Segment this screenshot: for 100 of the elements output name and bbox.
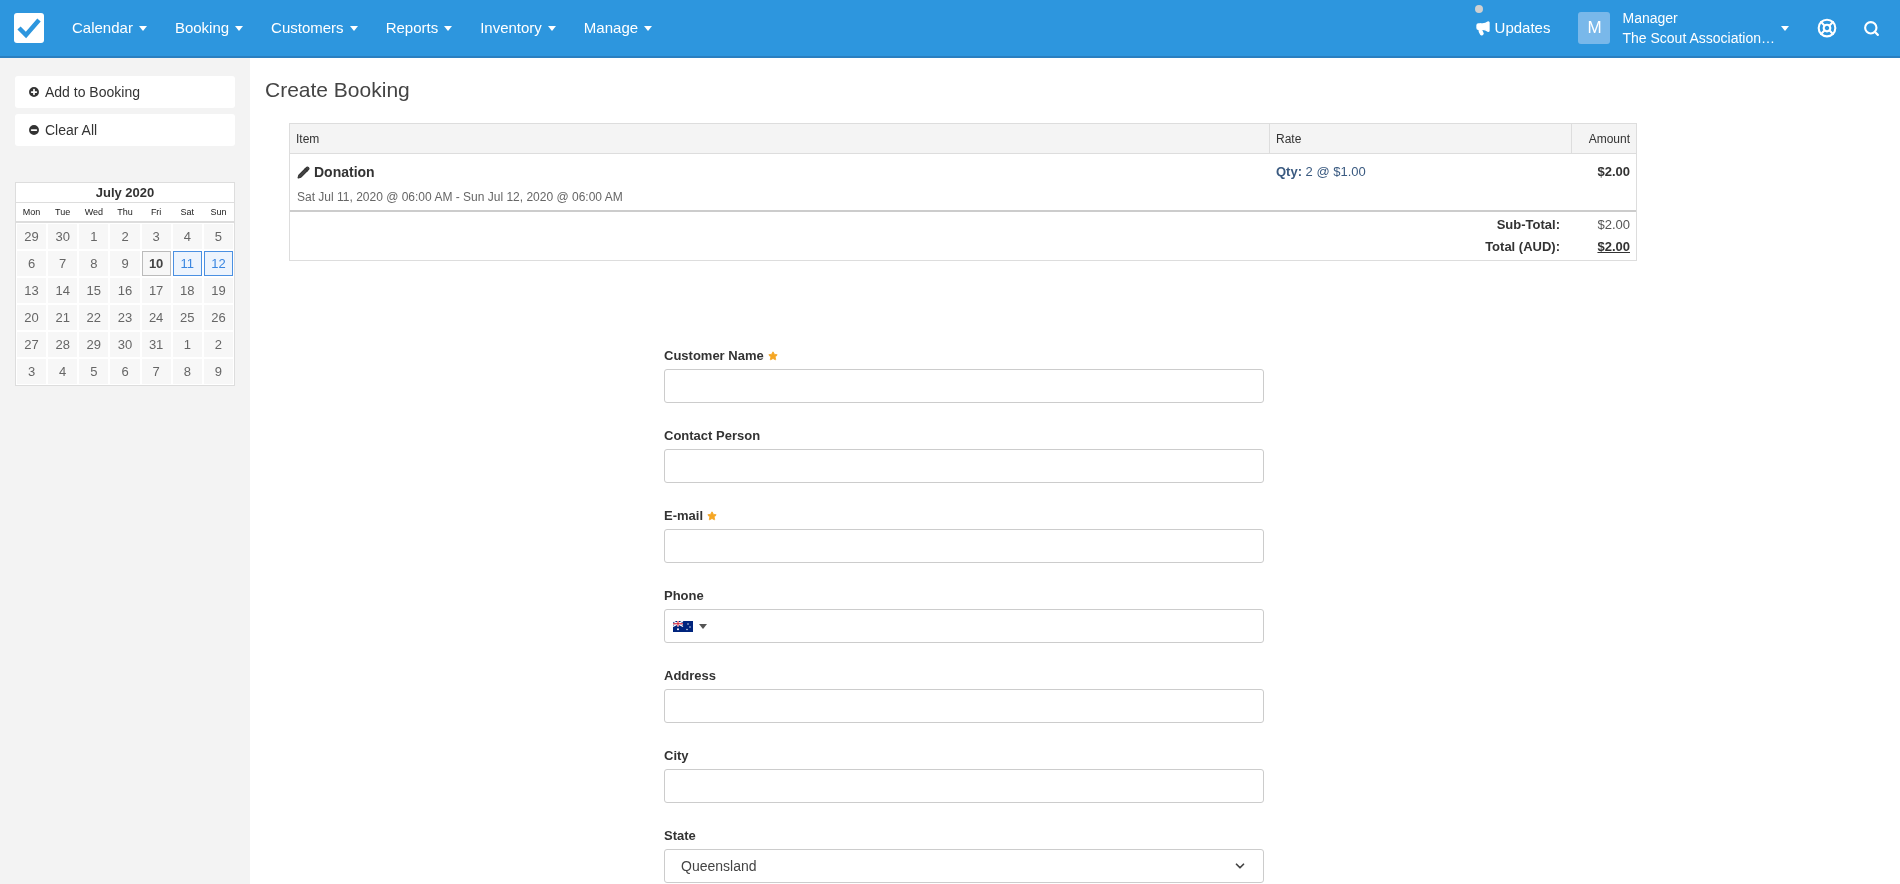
calendar-day[interactable]: 9 <box>203 359 233 384</box>
updates-button[interactable]: Updates <box>1474 16 1551 40</box>
checkbox-logo-icon[interactable] <box>14 13 44 43</box>
calendar-day[interactable]: 18 <box>172 278 202 303</box>
calendar-day[interactable]: 21 <box>48 305 78 330</box>
calendar-day[interactable]: 14 <box>48 278 78 303</box>
calendar-day[interactable]: 24 <box>141 305 171 330</box>
flag-icon <box>673 620 693 632</box>
calendar-day[interactable]: 30 <box>48 224 78 249</box>
caret-icon <box>1781 25 1789 31</box>
nav-menu[interactable]: Reports <box>385 16 453 40</box>
caret-icon <box>644 25 653 31</box>
calendar-day[interactable]: 15 <box>79 278 109 303</box>
calendar-day[interactable]: 29 <box>79 332 109 357</box>
amount-text: $2.00 <box>1596 163 1631 181</box>
calendar-day[interactable]: 8 <box>172 359 202 384</box>
nav-menu[interactable]: Calendar <box>72 16 147 40</box>
organisation-name: The Scout Association… <box>1622 29 1775 48</box>
rate-text: Qty: 2 @ $1.00 <box>1275 163 1367 181</box>
column-header: Rate <box>1270 124 1572 153</box>
calendar-day[interactable]: 5 <box>203 224 233 249</box>
weekday-label: Mon <box>21 206 42 219</box>
calendar-day[interactable]: 29 <box>17 224 47 249</box>
calendar-day[interactable]: 7 <box>141 359 171 384</box>
calendar-day[interactable]: 6 <box>17 251 47 276</box>
calendar-day[interactable]: 9 <box>110 251 140 276</box>
weekday-label: Wed <box>83 206 104 219</box>
avatar: M <box>1578 12 1611 44</box>
plus-circle-icon <box>27 85 41 99</box>
calendar-day[interactable]: 30 <box>110 332 140 357</box>
field-label: City <box>664 747 689 766</box>
total-value: $2.00 <box>1596 238 1631 257</box>
field-label: State <box>664 827 696 846</box>
nav-menu[interactable]: Customers <box>271 16 358 40</box>
calendar-day[interactable]: 27 <box>17 332 47 357</box>
text-input[interactable] <box>664 689 1264 723</box>
weekday-label: Fri <box>149 206 163 219</box>
nav-menu[interactable]: Booking <box>174 16 244 40</box>
calendar-day[interactable]: 1 <box>79 224 109 249</box>
calendar-title: July 2020 <box>16 183 234 203</box>
weekday-label: Sun <box>209 206 228 219</box>
calendar-day[interactable]: 20 <box>17 305 47 330</box>
field-label: Customer Name <box>664 347 764 366</box>
calendar-day[interactable]: 4 <box>172 224 202 249</box>
caret-icon <box>349 25 358 31</box>
calendar-day[interactable]: 31 <box>141 332 171 357</box>
column-header: Item <box>290 124 1270 153</box>
total-value: $2.00 <box>1596 216 1631 235</box>
field-label: Contact Person <box>664 427 761 446</box>
item-dates: Sat Jul 11, 2020 @ 06:00 AM - Sun Jul 12, 2020 @ 06:00 AM <box>297 189 624 206</box>
caret-icon <box>547 25 556 31</box>
weekday-label: Thu <box>116 206 134 219</box>
caret-icon <box>235 25 244 31</box>
state-select[interactable]: Queensland <box>664 849 1264 883</box>
total-label: Total (AUD): <box>1484 238 1561 257</box>
help-icon[interactable] <box>1817 18 1837 38</box>
text-input[interactable] <box>664 449 1264 483</box>
caret-icon <box>138 25 147 31</box>
caret-icon <box>444 25 453 31</box>
calendar-day[interactable]: 10 <box>141 251 171 276</box>
calendar-day[interactable]: 3 <box>17 359 47 384</box>
add-button[interactable]: Add to Booking <box>15 76 235 108</box>
calendar-day[interactable]: 22 <box>79 305 109 330</box>
calendar-day[interactable]: 13 <box>17 278 47 303</box>
field-label: E-mail <box>664 507 703 526</box>
calendar-day[interactable]: 11 <box>172 251 202 276</box>
calendar-day[interactable]: 19 <box>203 278 233 303</box>
pencil-icon[interactable] <box>297 166 310 179</box>
phone-input[interactable] <box>664 609 1264 643</box>
nav-menu[interactable]: Inventory <box>480 16 556 40</box>
page-title: Create Booking <box>265 77 411 103</box>
minus-circle-icon <box>27 123 41 137</box>
user-role: Manager <box>1622 9 1679 28</box>
megaphone-icon <box>1474 20 1491 36</box>
calendar-day[interactable]: 23 <box>110 305 140 330</box>
calendar-day[interactable]: 28 <box>48 332 78 357</box>
search-icon[interactable] <box>1863 19 1880 37</box>
calendar-day[interactable]: 17 <box>141 278 171 303</box>
calendar-day[interactable]: 6 <box>110 359 140 384</box>
caret-icon <box>699 623 707 629</box>
calendar-day[interactable]: 8 <box>79 251 109 276</box>
column-header: Amount <box>1587 131 1631 148</box>
field-label: Address <box>664 667 717 686</box>
text-input[interactable] <box>664 529 1264 563</box>
calendar-day[interactable]: 2 <box>203 332 233 357</box>
text-input[interactable] <box>664 369 1264 403</box>
calendar-day[interactable]: 1 <box>172 332 202 357</box>
calendar-day[interactable]: 2 <box>110 224 140 249</box>
calendar-day[interactable]: 25 <box>172 305 202 330</box>
text-input[interactable] <box>664 769 1264 803</box>
calendar-day[interactable]: 26 <box>203 305 233 330</box>
calendar-day[interactable]: 12 <box>203 251 233 276</box>
clear-button[interactable]: Clear All <box>15 114 235 146</box>
calendar-day[interactable]: 4 <box>48 359 78 384</box>
calendar-day[interactable]: 16 <box>110 278 140 303</box>
calendar-day[interactable]: 5 <box>79 359 109 384</box>
calendar-day[interactable]: 3 <box>141 224 171 249</box>
nav-menu[interactable]: Manage <box>583 16 653 40</box>
calendar-day[interactable]: 7 <box>48 251 78 276</box>
weekday-label: Tue <box>54 206 72 219</box>
